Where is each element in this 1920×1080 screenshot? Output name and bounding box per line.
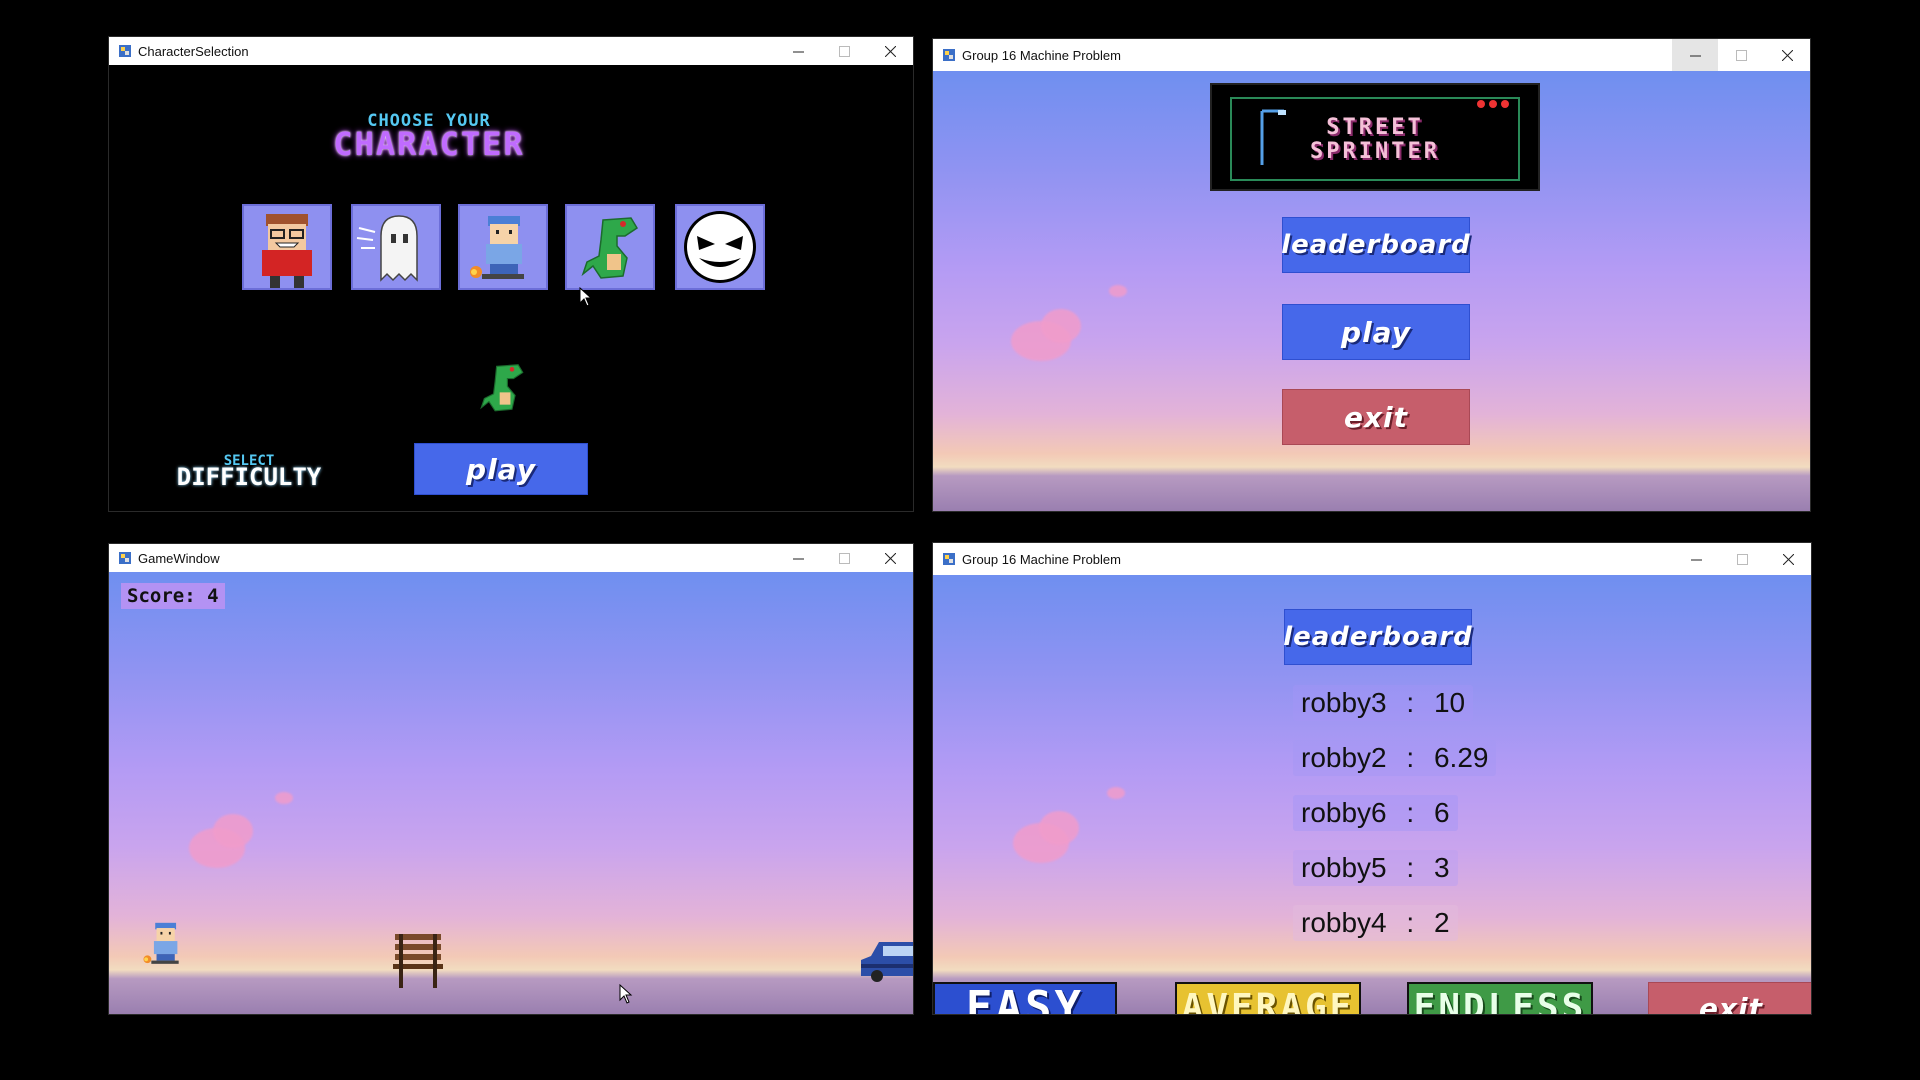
character-selection-window: CharacterSelection CHOOSE YOUR CHARACTER	[108, 36, 914, 512]
title-bar[interactable]: CharacterSelection	[109, 37, 913, 65]
player-name: robby5	[1301, 852, 1387, 883]
minimize-icon[interactable]	[1672, 39, 1718, 71]
mouse-cursor-icon	[579, 287, 593, 307]
leaderboard-row: robby2 : 6.29	[1293, 740, 1497, 776]
maximize-icon[interactable]	[1718, 39, 1764, 71]
character-option-skater-kid[interactable]	[458, 204, 548, 290]
character-option-ghost[interactable]	[351, 204, 441, 290]
title-bar[interactable]: Group 16 Machine Problem	[933, 543, 1811, 575]
maximize-icon[interactable]	[1719, 543, 1765, 575]
separator: :	[1406, 797, 1415, 828]
player-score: 6	[1433, 797, 1450, 828]
close-icon[interactable]	[1765, 543, 1811, 575]
leaderboard-row: robby5 : 3	[1293, 850, 1458, 886]
leaderboard-window: Group 16 Machine Problem leaderboard rob…	[932, 542, 1812, 1015]
play-button[interactable]: play	[1282, 304, 1470, 360]
separator: :	[1406, 742, 1415, 773]
separator: :	[1406, 852, 1415, 883]
cloud	[275, 792, 293, 804]
bench-obstacle	[393, 934, 443, 988]
leaderboard-button[interactable]: leaderboard	[1281, 217, 1470, 273]
close-icon[interactable]	[867, 37, 913, 65]
maximize-icon[interactable]	[821, 37, 867, 65]
leaderboard-row: robby4 : 2	[1293, 905, 1458, 941]
character-option-green-dinosaur[interactable]	[565, 204, 655, 290]
separator: :	[1406, 687, 1415, 718]
player-score: 6.29	[1433, 742, 1489, 773]
title-bar[interactable]: Group 16 Machine Problem	[933, 39, 1810, 71]
main-menu-window: Group 16 Machine Problem STREET SPRINTER…	[932, 38, 1811, 512]
player-name: robby6	[1301, 797, 1387, 828]
window-title: CharacterSelection	[138, 43, 249, 59]
player-score: 10	[1433, 687, 1466, 718]
close-icon[interactable]	[867, 544, 913, 572]
character-selection-client: CHOOSE YOUR CHARACTER SELECT DIFFICULTY …	[109, 65, 913, 511]
player-score: 3	[1433, 852, 1450, 883]
player-name: robby2	[1301, 742, 1387, 773]
app-icon	[119, 45, 131, 57]
leaderboard-row: robby6 : 6	[1293, 795, 1458, 831]
window-title: GameWindow	[138, 550, 220, 566]
menu-background: STREET SPRINTER leaderboard play exit	[933, 71, 1810, 511]
app-icon	[119, 552, 131, 564]
player-name: robby4	[1301, 907, 1387, 938]
player-skater-kid	[143, 922, 179, 964]
minimize-icon[interactable]	[775, 37, 821, 65]
cloud	[1041, 309, 1081, 343]
endless-difficulty-button[interactable]: ENDLESS	[1407, 982, 1593, 1014]
mouse-cursor-icon	[619, 984, 633, 1004]
close-icon[interactable]	[1764, 39, 1810, 71]
exit-button[interactable]: exit	[1648, 982, 1811, 1014]
character-option-moon-face[interactable]	[675, 204, 765, 290]
leaderboard-header-button[interactable]: leaderboard	[1283, 609, 1472, 665]
character-option-red-hoodie[interactable]	[242, 204, 332, 290]
maximize-icon[interactable]	[821, 544, 867, 572]
select-difficulty-label[interactable]: DIFFICULTY	[149, 463, 349, 491]
cloud	[1039, 811, 1079, 845]
easy-difficulty-button[interactable]: EASY	[933, 982, 1117, 1014]
street-sprinter-logo: STREET SPRINTER	[1210, 83, 1540, 191]
selected-character-preview	[480, 364, 524, 412]
window-title: Group 16 Machine Problem	[962, 551, 1121, 567]
window-title: Group 16 Machine Problem	[962, 47, 1121, 63]
play-button[interactable]: play	[414, 443, 588, 495]
player-score: 2	[1433, 907, 1450, 938]
car-obstacle	[861, 942, 913, 982]
cloud	[1109, 285, 1127, 297]
exit-button[interactable]: exit	[1282, 389, 1470, 445]
game-canvas[interactable]: Score: 4	[109, 572, 913, 1014]
app-icon	[943, 49, 955, 61]
cloud	[213, 814, 253, 848]
hearts-icon	[1477, 100, 1509, 108]
minimize-icon[interactable]	[775, 544, 821, 572]
app-icon	[943, 553, 955, 565]
leaderboard-background: leaderboard robby3 : 10 robby2 : 6.29 ro…	[933, 575, 1811, 1014]
average-difficulty-button[interactable]: AVERAGE	[1175, 982, 1361, 1014]
score-display: Score: 4	[121, 583, 225, 609]
separator: :	[1406, 907, 1415, 938]
game-window: GameWindow Score: 4	[108, 543, 914, 1015]
title-bar[interactable]: GameWindow	[109, 544, 913, 572]
minimize-icon[interactable]	[1673, 543, 1719, 575]
player-name: robby3	[1301, 687, 1387, 718]
leaderboard-row: robby3 : 10	[1293, 685, 1474, 721]
choose-heading-line2: CHARACTER	[333, 125, 525, 163]
cloud	[1107, 787, 1125, 799]
lamppost-icon	[1260, 109, 1286, 165]
